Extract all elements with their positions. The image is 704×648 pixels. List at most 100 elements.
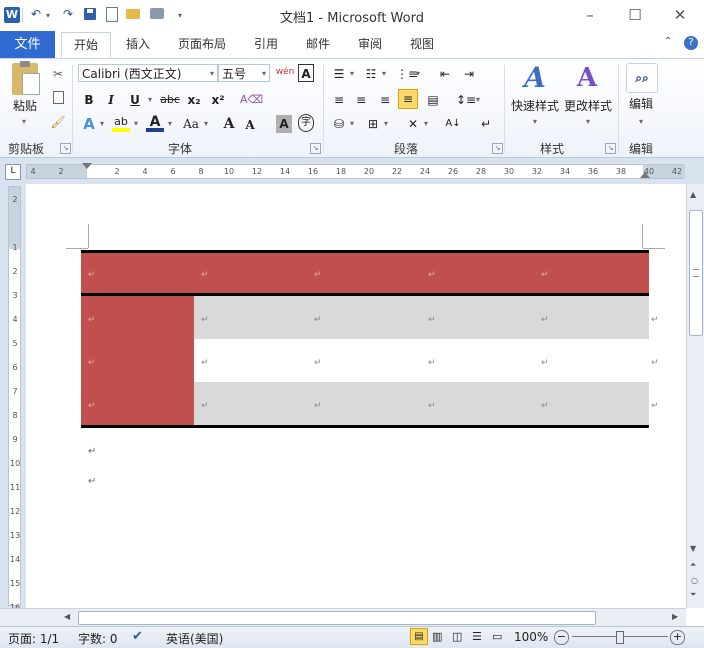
change-styles-dropdown-icon[interactable]: ▾ [582,113,594,131]
tab-references[interactable]: 引用 [246,32,286,56]
horizontal-scrollbar[interactable]: ◀ ▶ [0,608,686,626]
outline-view-icon[interactable]: ☰ [472,630,482,643]
table-first-column[interactable] [81,296,194,425]
bullets-icon[interactable]: ☰ [330,65,348,83]
close-icon[interactable]: ✕ [667,6,693,24]
table[interactable] [81,250,649,428]
font-color-dropdown-icon[interactable]: ▾ [166,115,174,133]
borders-dropdown-icon[interactable]: ▾ [382,115,390,133]
paste-icon[interactable] [12,61,40,95]
vertical-scrollbar[interactable]: ▲ ▼ ⏶ ○ ⏷ [686,184,704,608]
quick-styles-dropdown-icon[interactable]: ▾ [529,113,541,131]
document-page[interactable]: ↵ ↵ ↵ ↵ ↵ ↵ ↵ ↵ ↵ ↵ ↵ ↵ ↵ ↵ ↵ ↵ ↵ ↵ ↵ ↵ ↵ ↵ ↵ ↵ ↵ [26,184,686,608]
subscript-button[interactable]: x₂ [184,91,204,109]
paste-dropdown-icon[interactable]: ▾ [18,113,30,131]
scroll-thumb[interactable] [689,210,703,336]
format-painter-icon[interactable]: 🖌 [50,113,66,131]
horizontal-ruler[interactable]: 4 2 2 4 6 8 10 12 14 16 18 20 22 24 26 28 30 32 34 36 38 40 42 [26,164,685,179]
paragraph-launcher-icon[interactable]: ↘ [492,143,503,154]
scroll-right-icon[interactable]: ▶ [672,612,678,621]
bold-button[interactable]: B [80,91,98,109]
editing-button[interactable]: 编辑 [624,95,658,113]
borders-icon[interactable]: ⊞ [364,115,382,133]
tab-selector-icon[interactable]: L [5,164,21,180]
minimize-icon[interactable]: – [577,6,603,24]
decrease-indent-icon[interactable]: ⇤ [436,65,454,83]
tab-home[interactable]: 开始 [61,32,111,58]
clear-formatting-icon[interactable]: A⌫ [240,91,263,109]
help-icon[interactable]: ? [684,36,698,50]
horizontal-scroll-thumb[interactable] [78,611,596,625]
indent-marker-icon[interactable] [82,163,92,169]
align-right-icon[interactable]: ≡ [376,91,394,109]
font-name-dropdown-icon[interactable]: ▾ [210,65,214,83]
multilevel-list-icon[interactable]: ⋮≡ [396,65,418,83]
scroll-left-icon[interactable]: ◀ [64,612,70,621]
tab-review[interactable]: 审阅 [350,32,390,56]
full-screen-reading-icon[interactable]: ▥ [432,630,442,643]
change-case-button[interactable]: Aa [180,115,202,133]
zoom-level[interactable]: 100% [514,630,548,644]
table-header-row[interactable] [81,250,649,296]
word-count[interactable]: 字数: 0 [78,630,118,647]
multilevel-dropdown-icon[interactable]: ▾ [414,65,422,83]
numbering-icon[interactable]: ☷ [362,65,380,83]
scroll-up-icon[interactable]: ▲ [690,190,696,199]
tab-mailings[interactable]: 邮件 [298,32,338,56]
page-count[interactable]: 页面: 1/1 [8,630,59,647]
right-indent-marker-icon[interactable] [640,172,650,178]
bullets-dropdown-icon[interactable]: ▾ [348,65,356,83]
zoom-in-icon[interactable]: + [670,630,685,645]
clipboard-launcher-icon[interactable]: ↘ [60,143,71,154]
zoom-slider-thumb[interactable] [616,631,624,644]
proofing-icon[interactable]: ✔ [132,629,143,644]
phonetic-guide-icon[interactable]: wén [274,63,296,81]
align-center-icon[interactable]: ≡ [352,91,370,109]
minimize-ribbon-icon[interactable]: ⌃ [664,36,672,47]
underline-button[interactable]: U [126,91,144,109]
tab-insert[interactable]: 插入 [118,32,158,56]
justify-icon[interactable]: ≡ [398,89,418,109]
enclose-characters-button[interactable]: 字 [298,114,314,132]
distributed-icon[interactable]: ▤ [424,91,442,109]
find-binoculars-icon[interactable]: ⌕⌕ [626,63,658,93]
shading-icon[interactable]: ⛁ [330,115,348,133]
tab-page-layout[interactable]: 页面布局 [170,32,234,56]
superscript-button[interactable]: x² [208,91,228,109]
character-shading-button[interactable]: A [276,115,292,133]
styles-launcher-icon[interactable]: ↘ [605,143,616,154]
chinese-layout-dropdown-icon[interactable]: ▾ [422,115,430,133]
sort-icon[interactable]: A↓ [444,115,462,133]
draft-view-icon[interactable]: ▭ [492,630,502,643]
change-case-dropdown-icon[interactable]: ▾ [202,115,210,133]
shading-dropdown-icon[interactable]: ▾ [348,115,356,133]
print-layout-view-icon[interactable]: ▤ [410,628,428,645]
numbering-dropdown-icon[interactable]: ▾ [380,65,388,83]
font-launcher-icon[interactable]: ↘ [310,143,321,154]
line-spacing-dropdown-icon[interactable]: ▾ [474,91,482,109]
browse-object-icon[interactable]: ○ [691,576,698,585]
show-hide-marks-icon[interactable]: ↵ [478,115,494,133]
font-name-combo[interactable]: Calibri (西文正文) ▾ [78,64,218,82]
font-size-dropdown-icon[interactable]: ▾ [262,65,266,83]
font-color-icon[interactable]: A [146,113,164,132]
previous-page-icon[interactable]: ⏶ [690,560,696,570]
text-effects-icon[interactable]: A [80,115,98,133]
language-indicator[interactable]: 英语(美国) [166,630,223,647]
text-effects-dropdown-icon[interactable]: ▾ [98,115,106,133]
cut-icon[interactable]: ✂ [50,65,66,83]
tab-file[interactable]: 文件 [0,31,55,58]
increase-indent-icon[interactable]: ⇥ [460,65,478,83]
italic-button[interactable]: I [102,91,120,109]
strikethrough-button[interactable]: abc [158,91,182,109]
zoom-out-icon[interactable]: − [554,630,569,645]
shrink-font-button[interactable]: A [242,116,258,134]
scroll-down-icon[interactable]: ▼ [690,544,696,553]
editing-dropdown-icon[interactable]: ▾ [635,113,647,131]
maximize-icon[interactable]: ☐ [622,6,648,24]
font-size-combo[interactable]: 五号 ▾ [218,64,270,82]
underline-dropdown-icon[interactable]: ▾ [146,91,154,109]
character-border-icon[interactable]: A [298,64,314,82]
vertical-ruler[interactable]: 212345678910111213141516 [8,186,21,612]
grow-font-button[interactable]: A [220,115,238,133]
